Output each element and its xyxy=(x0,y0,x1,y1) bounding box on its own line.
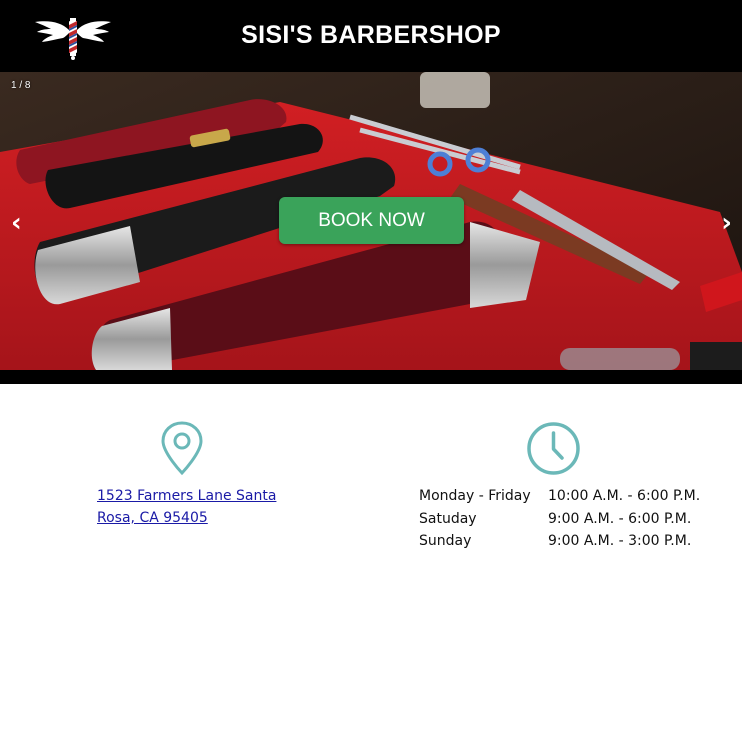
address-link[interactable]: 1523 Farmers Lane Santa Rosa, CA 95405 xyxy=(97,485,297,529)
hours-row: Monday - Friday 10:00 A.M. - 6:00 P.M. xyxy=(419,485,700,508)
hours-day: Sunday xyxy=(419,533,472,549)
chevron-left-icon[interactable]: ‹ xyxy=(11,210,22,236)
hours-row: Sunday 9:00 A.M. - 3:00 P.M. xyxy=(419,530,700,553)
site-header: SISI'S BARBERSHOP xyxy=(0,0,742,72)
hours-day: Satuday xyxy=(419,510,477,527)
hours-time: 9:00 A.M. - 6:00 P.M. xyxy=(548,510,692,527)
chevron-right-icon[interactable]: › xyxy=(721,210,732,236)
clock-icon xyxy=(527,422,580,475)
site-title: SISI'S BARBERSHOP xyxy=(241,21,501,49)
hours-time: 10:00 A.M. - 6:00 P.M. xyxy=(548,488,701,504)
hours-row: Satuday 9:00 A.M. - 6:00 P.M. xyxy=(419,508,700,531)
hours-day: Monday - Friday xyxy=(419,488,531,504)
map-pin-icon xyxy=(161,421,203,476)
hero-slideshow[interactable]: 1 / 8 ‹ › BOOK NOW xyxy=(0,72,742,384)
hours-time: 9:00 A.M. - 3:00 P.M. xyxy=(548,533,692,549)
business-hours: Monday - Friday 10:00 A.M. - 6:00 P.M. S… xyxy=(419,485,700,553)
book-now-button[interactable]: BOOK NOW xyxy=(279,197,464,244)
slide-counter: 1 / 8 xyxy=(11,80,31,91)
